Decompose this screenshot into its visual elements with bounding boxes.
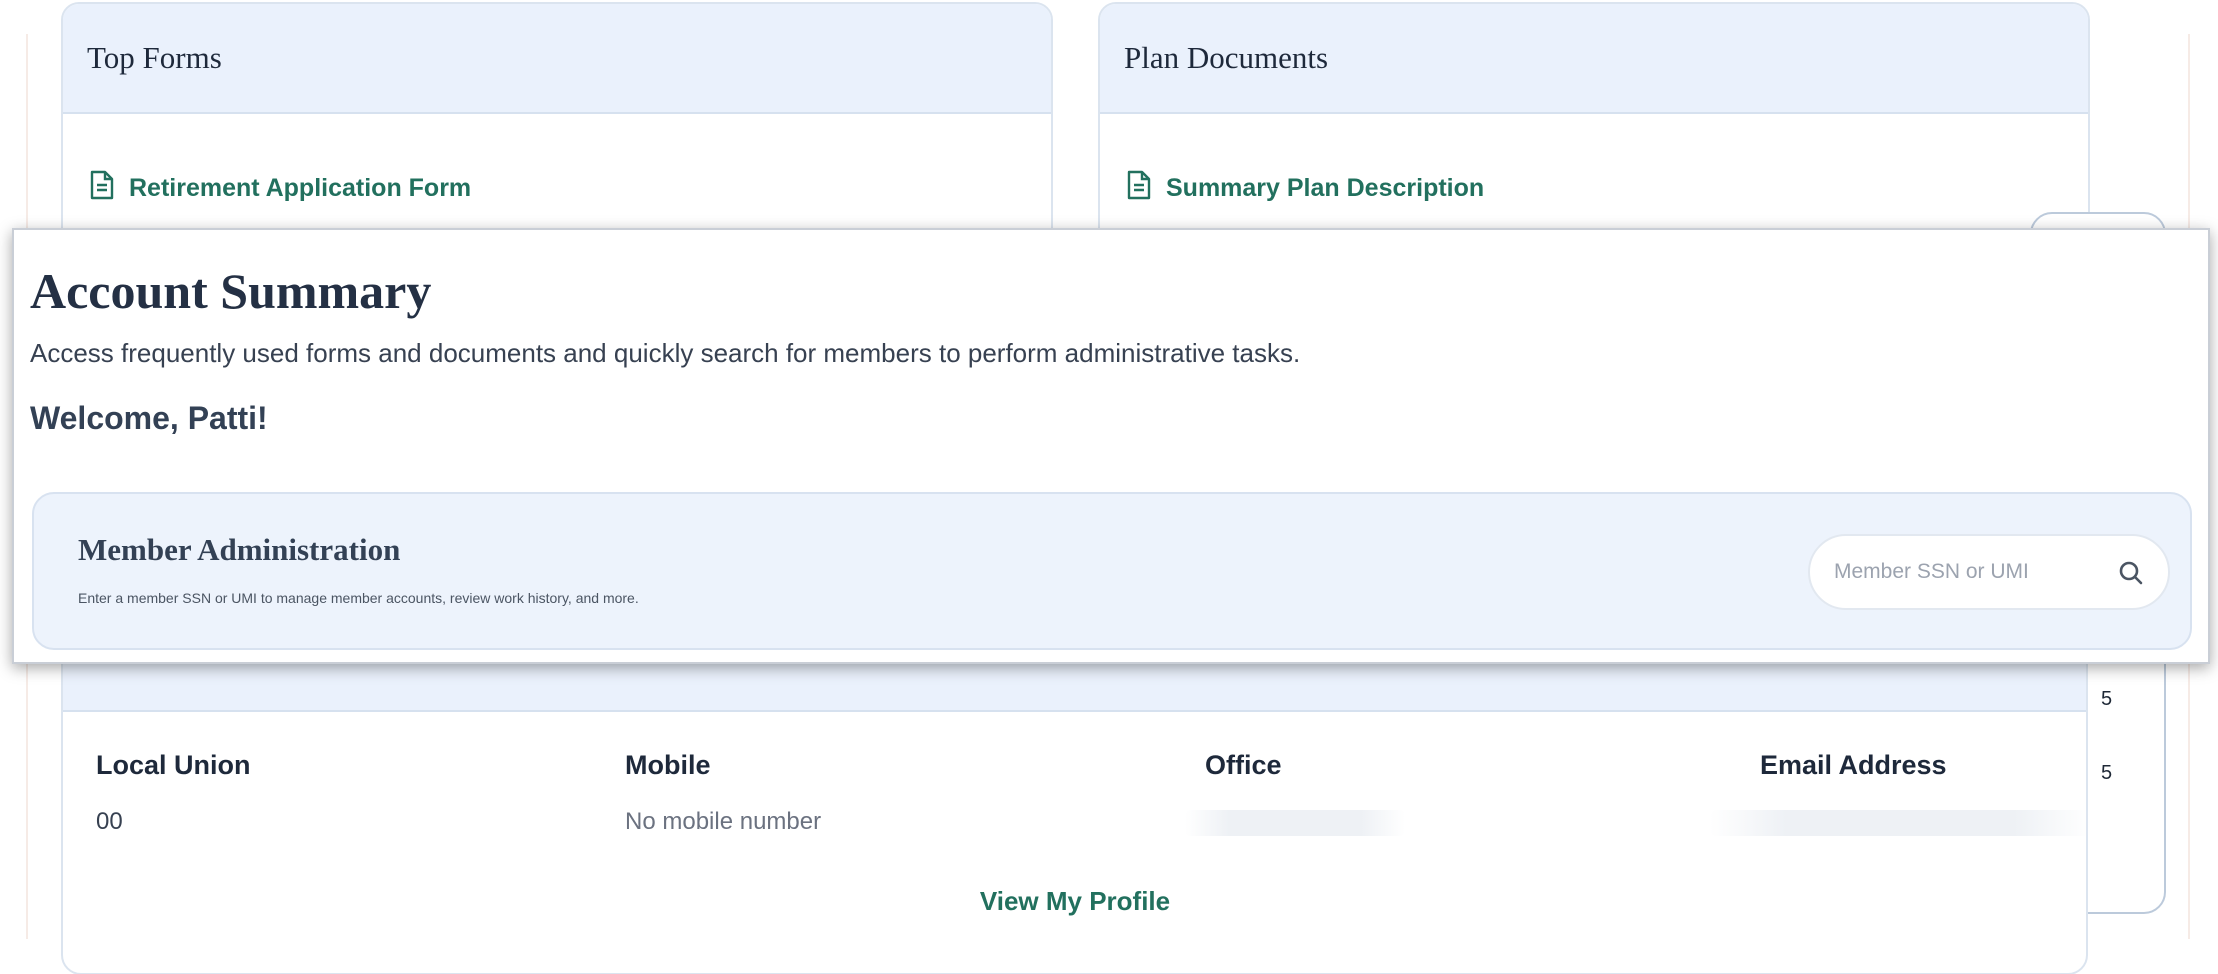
- retirement-application-link[interactable]: Retirement Application Form: [89, 170, 471, 207]
- plan-documents-title: Plan Documents: [1124, 40, 1329, 75]
- office-value-redacted: [1185, 810, 1405, 836]
- local-union-label: Local Union: [96, 750, 251, 780]
- member-administration-card: Member Administration Enter a member SSN…: [32, 492, 2192, 650]
- local-union-value: 00: [96, 808, 123, 835]
- plan-documents-header: Plan Documents: [1100, 4, 2088, 114]
- top-forms-card: Top Forms Retirement Application Form: [61, 2, 1053, 262]
- welcome-message: Welcome, Patti!: [30, 400, 268, 436]
- summary-plan-description-label: Summary Plan Description: [1166, 174, 1485, 202]
- member-administration-title: Member Administration: [78, 532, 401, 567]
- office-label: Office: [1205, 750, 1282, 780]
- account-summary-panel: Account Summary Access frequently used f…: [12, 228, 2210, 664]
- member-search-input[interactable]: [1834, 560, 2094, 584]
- top-forms-header: Top Forms: [63, 4, 1051, 114]
- mobile-label: Mobile: [625, 750, 711, 780]
- page-subtitle: Access frequently used forms and documen…: [30, 338, 1301, 368]
- partial-value: 5: [2101, 688, 2113, 710]
- view-my-profile-link[interactable]: View My Profile: [0, 886, 2150, 917]
- mobile-value: No mobile number: [625, 808, 822, 835]
- partial-value: 5: [2101, 762, 2113, 784]
- member-administration-description: Enter a member SSN or UMI to manage memb…: [78, 590, 639, 606]
- summary-plan-description-link[interactable]: Summary Plan Description: [1126, 170, 1484, 207]
- plan-documents-card: Plan Documents Summary Plan Description: [1098, 2, 2090, 262]
- page-title: Account Summary: [30, 263, 432, 319]
- member-search-box: [1808, 534, 2170, 610]
- email-value-redacted: [1710, 810, 2090, 836]
- search-icon[interactable]: [2116, 558, 2146, 588]
- top-forms-title: Top Forms: [87, 40, 222, 75]
- email-label: Email Address: [1760, 750, 1947, 780]
- document-icon: [1126, 170, 1152, 207]
- retirement-application-label: Retirement Application Form: [129, 174, 472, 202]
- document-icon: [89, 170, 115, 207]
